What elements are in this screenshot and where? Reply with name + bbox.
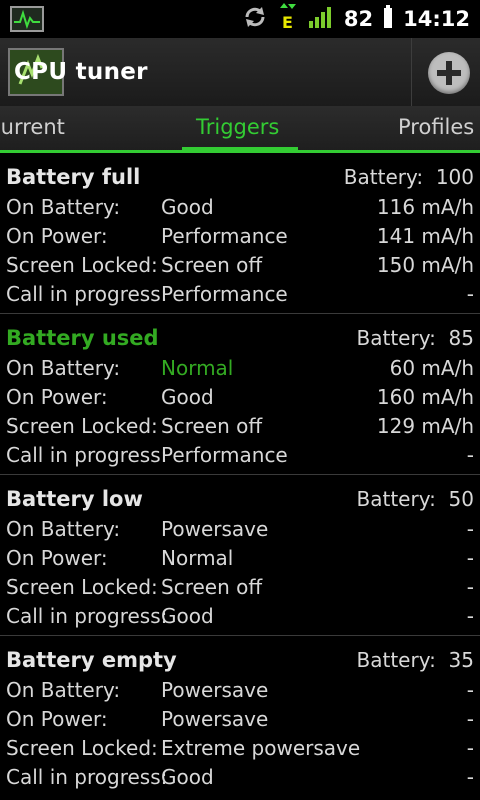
status-bar: E 82 14:12 — [0, 0, 480, 38]
label-call-in-progress: Call in progress: — [6, 604, 168, 628]
current-screen-locked: - — [466, 575, 474, 599]
profile-call-in-progress: Good — [161, 765, 214, 789]
action-bar-divider — [411, 38, 412, 106]
tab-bar: Current Triggers Profiles — [0, 106, 480, 152]
sync-icon — [242, 4, 268, 34]
current-on-battery: 116 mA/h — [376, 195, 474, 219]
profile-call-in-progress: Good — [161, 604, 214, 628]
profile-on-battery: Good — [161, 195, 214, 219]
label-screen-locked: Screen Locked: — [6, 414, 158, 438]
label-on-power: On Power: — [6, 385, 108, 409]
current-screen-locked: 150 mA/h — [376, 253, 474, 277]
label-on-battery: On Battery: — [6, 678, 121, 702]
current-call-in-progress: - — [466, 765, 474, 789]
profile-on-battery: Powersave — [161, 517, 269, 541]
svg-text:E: E — [282, 13, 293, 32]
label-screen-locked: Screen Locked: — [6, 736, 158, 760]
label-screen-locked: Screen Locked: — [6, 253, 158, 277]
current-on-power: 141 mA/h — [376, 224, 474, 248]
trigger-name: Battery full — [6, 165, 141, 189]
tab-current[interactable]: Current — [0, 115, 65, 139]
label-on-power: On Power: — [6, 546, 108, 570]
label-on-battery: On Battery: — [6, 356, 121, 380]
app-title: CPU tuner — [14, 59, 148, 85]
profile-screen-locked: Screen off — [161, 414, 263, 438]
trigger-name: Battery empty — [6, 648, 177, 672]
trigger-name: Battery low — [6, 487, 143, 511]
profile-on-power: Performance — [161, 224, 288, 248]
label-call-in-progress: Call in progress: — [6, 282, 168, 306]
current-on-power: - — [466, 707, 474, 731]
profile-screen-locked: Screen off — [161, 253, 263, 277]
action-bar: CPU tuner — [0, 38, 480, 107]
profile-call-in-progress: Performance — [161, 282, 288, 306]
trigger-battery-level: Battery: 35 — [356, 648, 474, 672]
current-call-in-progress: - — [466, 443, 474, 467]
current-on-battery: 60 mA/h — [389, 356, 474, 380]
battery-icon — [383, 5, 393, 33]
current-call-in-progress: - — [466, 282, 474, 306]
profile-on-battery: Powersave — [161, 678, 269, 702]
label-on-battery: On Battery: — [6, 517, 121, 541]
label-call-in-progress: Call in progress: — [6, 443, 168, 467]
profile-call-in-progress: Performance — [161, 443, 288, 467]
label-on-power: On Power: — [6, 224, 108, 248]
label-on-battery: On Battery: — [6, 195, 121, 219]
trigger-item-battery-full[interactable]: Battery full Battery: 100 On Battery: Goo… — [0, 153, 480, 314]
edge-network-icon: E — [278, 2, 298, 36]
trigger-battery-level: Battery: 100 — [343, 165, 474, 189]
trigger-item-battery-empty[interactable]: Battery empty Battery: 35 On Battery: Pow… — [0, 636, 480, 796]
tab-triggers[interactable]: Triggers — [196, 115, 279, 139]
current-screen-locked: - — [466, 736, 474, 760]
current-on-power: - — [466, 546, 474, 570]
profile-on-power: Normal — [161, 546, 234, 570]
current-screen-locked: 129 mA/h — [376, 414, 474, 438]
cpu-monitor-notification-icon — [10, 6, 44, 32]
trigger-item-battery-used[interactable]: Battery used Battery: 85 On Battery: Norm… — [0, 314, 480, 475]
current-on-battery: - — [466, 678, 474, 702]
current-on-battery: - — [466, 517, 474, 541]
profile-on-battery-active: Normal — [161, 356, 234, 380]
trigger-item-battery-low[interactable]: Battery low Battery: 50 On Battery: Power… — [0, 475, 480, 636]
profile-on-power: Good — [161, 385, 214, 409]
label-call-in-progress: Call in progress: — [6, 765, 168, 789]
tab-profiles[interactable]: Profiles — [398, 115, 474, 139]
clock: 14:12 — [403, 7, 470, 31]
add-trigger-button[interactable] — [428, 52, 470, 94]
profile-screen-locked: Extreme powersave — [161, 736, 361, 760]
profile-on-power: Powersave — [161, 707, 269, 731]
battery-percent: 82 — [343, 7, 374, 31]
label-screen-locked: Screen Locked: — [6, 575, 158, 599]
current-on-power: 160 mA/h — [376, 385, 474, 409]
label-on-power: On Power: — [6, 707, 108, 731]
trigger-name-active: Battery used — [6, 326, 159, 350]
profile-screen-locked: Screen off — [161, 575, 263, 599]
current-call-in-progress: - — [466, 604, 474, 628]
signal-strength-icon — [308, 5, 334, 33]
trigger-list: Battery full Battery: 100 On Battery: Goo… — [0, 153, 480, 796]
trigger-battery-level: Battery: 85 — [356, 326, 474, 350]
trigger-battery-level: Battery: 50 — [356, 487, 474, 511]
